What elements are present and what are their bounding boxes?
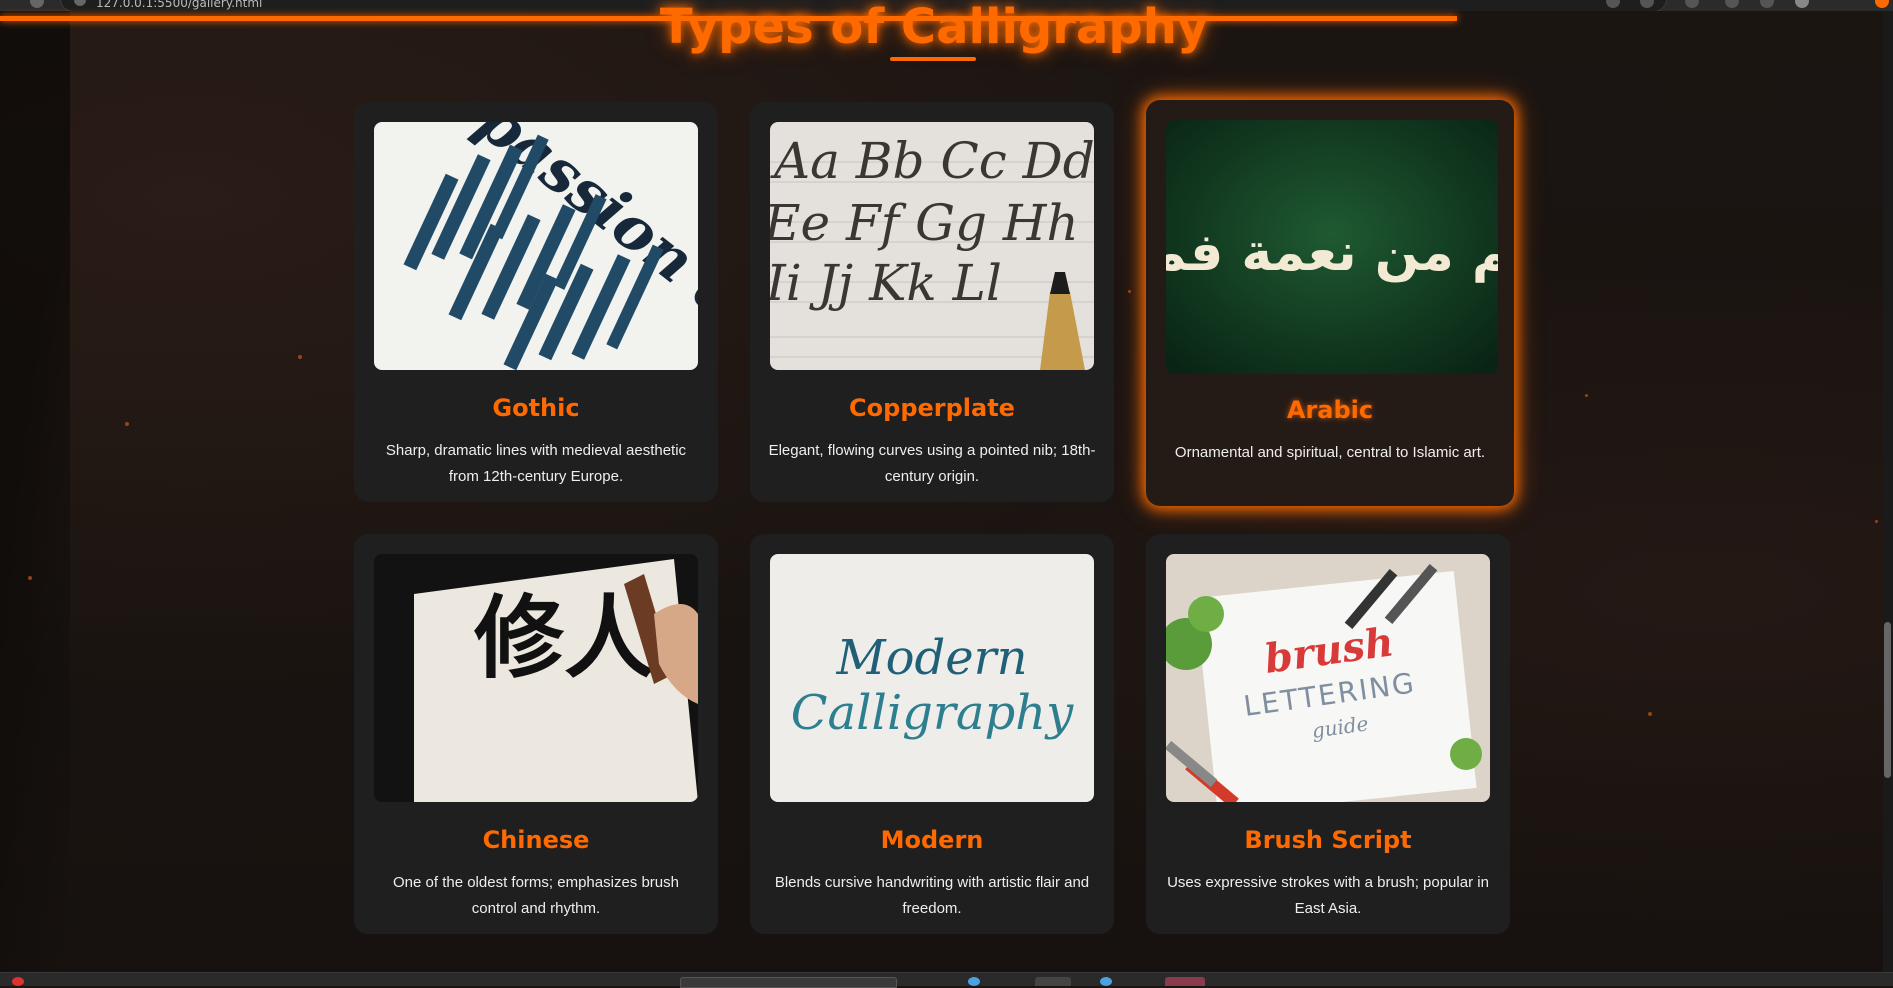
chinese-image: 修人 xyxy=(374,554,698,802)
ember-particle xyxy=(28,576,32,580)
card-brush-script[interactable]: brush LETTERING guide Brush Script Uses … xyxy=(1146,534,1510,934)
ember-particle xyxy=(1648,712,1652,716)
title-underline xyxy=(890,57,976,61)
taskbar-search[interactable] xyxy=(680,977,897,988)
card-title: Copperplate xyxy=(849,394,1015,422)
arabic-image: وما بكم من نعمة فمن الله xyxy=(1166,120,1498,374)
card-title: Modern xyxy=(880,826,984,854)
card-description: Elegant, flowing curves using a pointed … xyxy=(768,442,1096,485)
page-load-progress-bar xyxy=(0,16,1457,21)
ember-particle xyxy=(125,422,129,426)
card-modern[interactable]: Modern Calligraphy Modern Blends cursive… xyxy=(750,534,1114,934)
modern-image: Modern Calligraphy xyxy=(770,554,1094,802)
ember-particle xyxy=(298,355,302,359)
card-gothic[interactable]: passion doesn't sleep Gothic Sharp, dram… xyxy=(354,102,718,502)
taskbar-app-icon[interactable] xyxy=(968,977,980,986)
arabic-image-text: وما بكم من نعمة فمن الله xyxy=(1166,223,1498,283)
card-description: Blends cursive handwriting with artistic… xyxy=(774,874,1090,917)
card-description: Sharp, dramatic lines with medieval aest… xyxy=(385,442,687,485)
svg-text:Ee Ff Gg Hh: Ee Ff Gg Hh xyxy=(770,194,1079,252)
card-title: Brush Script xyxy=(1244,826,1412,854)
modern-image-text-line2: Calligraphy xyxy=(791,685,1074,741)
copperplate-image: Aa Bb Cc Dd Ee Ff Gg Hh Ii Jj Kk Ll xyxy=(770,122,1094,370)
svg-text:Ii Jj Kk Ll: Ii Jj Kk Ll xyxy=(770,254,1002,312)
card-description: Ornamental and spiritual, central to Isl… xyxy=(1174,444,1486,461)
svg-text:Aa Bb Cc Dd: Aa Bb Cc Dd xyxy=(770,132,1094,190)
taskbar-app-icon[interactable] xyxy=(1165,977,1205,986)
card-title: Chinese xyxy=(482,826,590,854)
modern-image-text-line1: Modern xyxy=(835,630,1027,686)
card-title: Arabic xyxy=(1286,396,1374,424)
menu-icon[interactable] xyxy=(1875,0,1889,8)
ember-particle xyxy=(1585,394,1588,397)
scrollbar-thumb[interactable] xyxy=(1884,622,1891,778)
ember-particle xyxy=(1128,290,1131,293)
taskbar-app-icon[interactable] xyxy=(1035,977,1071,986)
taskbar-app-icon[interactable] xyxy=(1100,977,1112,986)
page-title: Types of Calligraphy xyxy=(659,0,1209,55)
ember-particle xyxy=(1875,520,1878,523)
card-copperplate[interactable]: Aa Bb Cc Dd Ee Ff Gg Hh Ii Jj Kk Ll Copp… xyxy=(750,102,1114,502)
gothic-image: passion doesn't sleep xyxy=(374,122,698,370)
brush-script-image: brush LETTERING guide xyxy=(1166,554,1490,802)
card-description: Uses expressive strokes with a brush; po… xyxy=(1167,874,1489,917)
background-shape xyxy=(0,0,70,986)
chinese-image-text: 修人 xyxy=(474,585,654,691)
card-arabic[interactable]: وما بكم من نعمة فمن الله Arabic Ornament… xyxy=(1146,100,1514,506)
page-scrollbar[interactable] xyxy=(1883,11,1893,975)
card-title: Gothic xyxy=(492,394,580,422)
card-chinese[interactable]: 修人 Chinese One of the oldest forms; emph… xyxy=(354,534,718,934)
taskbar-app-icon[interactable] xyxy=(12,977,24,986)
card-description: One of the oldest forms; emphasizes brus… xyxy=(393,874,679,917)
os-taskbar xyxy=(0,972,1893,988)
